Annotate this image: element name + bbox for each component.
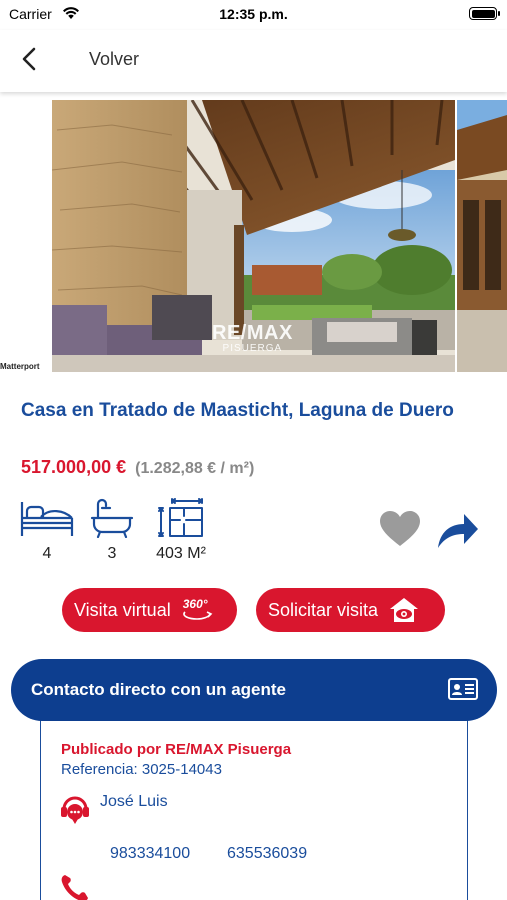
favorite-button[interactable] [379, 510, 421, 553]
contact-header-title: Contacto directo con un agente [31, 680, 287, 699]
area-value: 403 M² [156, 545, 206, 562]
battery-icon [469, 7, 500, 20]
phone-link-mobile[interactable]: 635536039 [227, 845, 307, 863]
feature-area: 403 M² [148, 498, 214, 563]
reference-number: Referencia: 3025-14043 [61, 761, 222, 778]
matterport-label: Matterport [0, 362, 40, 371]
published-by: Publicado por RE/MAX Pisuerga [61, 741, 292, 758]
listing-title: Casa en Tratado de Maasticht, Laguna de … [21, 400, 454, 421]
watermark-brand: RE/MAX [212, 322, 293, 344]
clock: 12:35 p.m. [219, 6, 288, 22]
agent-name: José Luis [100, 793, 168, 810]
request-visit-button[interactable]: Solicitar visita [256, 588, 445, 632]
virtual-visit-button[interactable]: Visita virtual 360° [62, 588, 237, 632]
agent-headset-icon [59, 795, 91, 830]
request-visit-label: Solicitar visita [268, 599, 379, 620]
bed-icon [20, 502, 74, 536]
price-row: 517.000,00 € (1.282,88 € / m²) [21, 457, 254, 478]
status-bar: Carrier 12:35 p.m. [0, 0, 507, 28]
chevron-left-icon [22, 47, 36, 71]
bedrooms-count: 4 [42, 545, 52, 562]
bathtub-icon [90, 498, 134, 539]
remax-watermark: RE/MAX PISUERGA [212, 322, 293, 354]
phone-link-landline[interactable]: 983334100 [110, 845, 190, 863]
next-photo-preview[interactable] [457, 100, 507, 372]
back-label[interactable]: Volver [89, 49, 139, 70]
heart-icon [380, 511, 420, 546]
feature-bedrooms: 4 [18, 498, 76, 563]
house-eye-icon [390, 598, 419, 622]
contact-card: Publicado por RE/MAX Pisuerga Referencia… [40, 715, 468, 900]
navigation-bar: Volver [0, 30, 507, 92]
feature-bathrooms: 3 [90, 498, 134, 563]
share-arrow-icon [438, 514, 478, 548]
price: 517.000,00 € [21, 457, 127, 477]
property-photo[interactable]: RE/MAX PISUERGA [52, 100, 455, 372]
bathrooms-count: 3 [107, 545, 117, 562]
contact-card-icon [448, 678, 478, 705]
360-icon: 360° [181, 597, 213, 623]
phone-icon[interactable] [59, 873, 91, 900]
back-button[interactable] [14, 44, 44, 74]
floor-plan-icon [158, 498, 203, 537]
gallery-previous-slot [0, 100, 52, 372]
watermark-office: PISUERGA [222, 343, 283, 354]
photo-gallery[interactable]: Matterport RE/MAX PISUERGA [0, 100, 507, 372]
price-per-m2: (1.282,88 € / m²) [135, 460, 255, 477]
virtual-visit-label: Visita virtual [74, 599, 171, 620]
share-button[interactable] [436, 510, 480, 555]
contact-agent-header[interactable]: Contacto directo con un agente [11, 659, 497, 721]
